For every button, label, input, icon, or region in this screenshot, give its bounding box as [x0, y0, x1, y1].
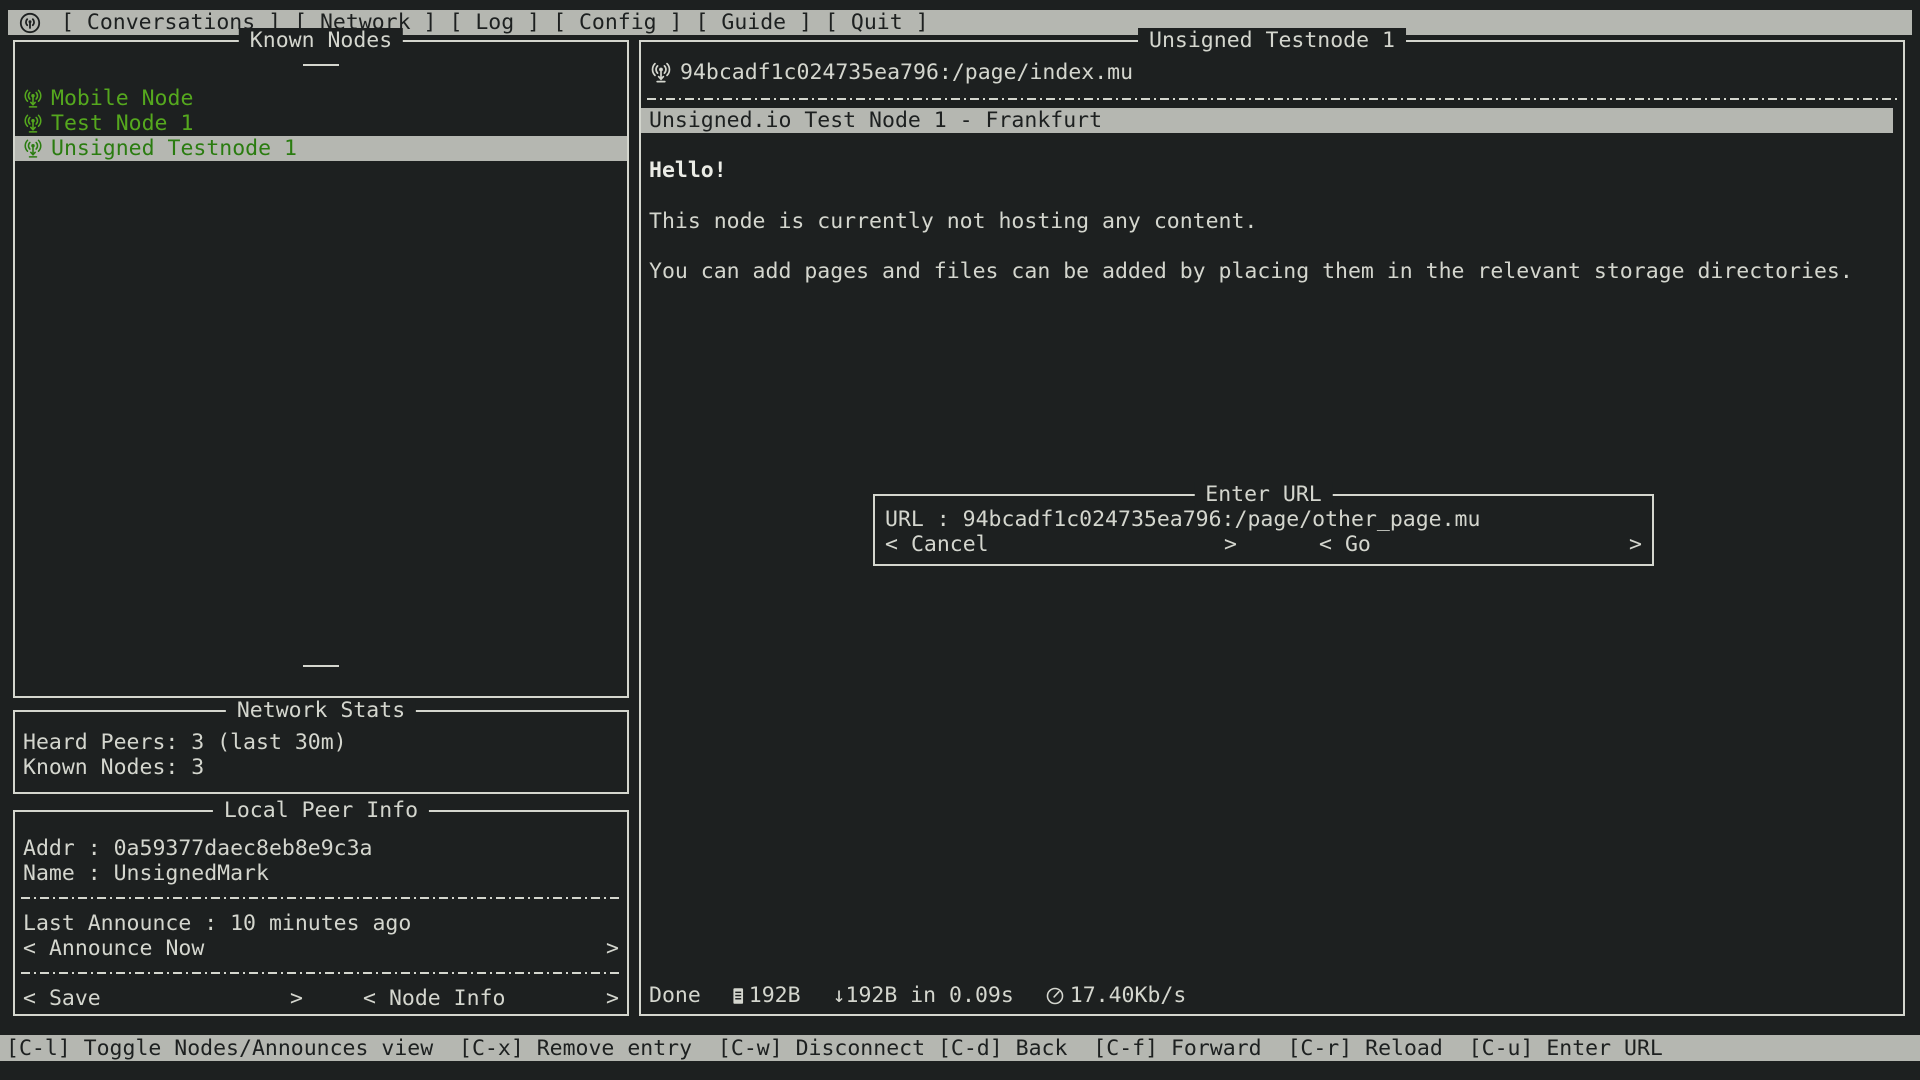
peer-addr: Addr : 0a59377daec8eb8e9c3a [23, 836, 373, 861]
peer-name: Name : UnsignedMark [23, 861, 269, 886]
nomad-network-app: [ Conversations ] [ Network ] [ Log ] [ … [0, 0, 1920, 1080]
menu-item-config[interactable]: [ Config ] [553, 10, 682, 35]
last-announce: Last Announce : 10 minutes ago [23, 911, 411, 936]
current-url: 94bcadf1c024735ea796:/page/index.mu [680, 60, 1133, 85]
menu-item-quit[interactable]: [ Quit ] [825, 10, 929, 35]
node-broadcast-icon [22, 138, 44, 160]
menu-item-log[interactable]: [ Log ] [449, 10, 540, 35]
divider [21, 897, 621, 899]
go-button[interactable]: <Go> [1319, 532, 1642, 557]
button-left-bracket: < [885, 532, 898, 557]
page-size-icon [727, 985, 749, 1007]
node-broadcast-icon [22, 113, 44, 135]
scroll-indicator-bottom [303, 665, 339, 667]
divider [647, 98, 1897, 100]
button-left-bracket: < [1319, 532, 1332, 557]
known-nodes-panel: Known Nodes Mobile Node Test Node 1 Unsi… [13, 40, 629, 698]
network-stats-panel: Network Stats Heard Peers: 3 (last 30m) … [13, 710, 629, 794]
button-right-bracket: > [1629, 532, 1642, 557]
button-left-bracket: < [23, 986, 36, 1011]
node-list-item-selected[interactable]: Unsigned Testnode 1 [15, 136, 627, 161]
status-transfer: ↓192B in 0.09s [833, 983, 1014, 1008]
node-label: Unsigned Testnode 1 [51, 136, 297, 161]
shortcut-hints: [C-l] Toggle Nodes/Announces view [C-x] … [6, 1036, 1663, 1061]
url-input[interactable]: URL : 94bcadf1c024735ea796:/page/other_p… [885, 507, 1480, 532]
status-state: Done [649, 983, 701, 1008]
node-list-item[interactable]: Mobile Node [15, 86, 627, 111]
node-label: Mobile Node [51, 86, 193, 111]
known-nodes-title: Known Nodes [239, 28, 403, 53]
browser-title: Unsigned Testnode 1 [1138, 28, 1406, 53]
page-heading: Unsigned.io Test Node 1 - Frankfurt [649, 108, 1102, 133]
heard-peers-stat: Heard Peers: 3 (last 30m) [23, 730, 347, 755]
cancel-button[interactable]: <Cancel> [885, 532, 1237, 557]
local-peer-info-title: Local Peer Info [213, 798, 429, 823]
save-button[interactable]: <Save> [23, 986, 303, 1011]
divider [21, 972, 621, 974]
status-speed: 17.40Kb/s [1044, 983, 1187, 1008]
local-peer-info-panel: Local Peer Info Addr : 0a59377daec8eb8e9… [13, 810, 629, 1016]
page-heading-bar: Unsigned.io Test Node 1 - Frankfurt [641, 108, 1893, 133]
button-right-bracket: > [290, 986, 303, 1011]
url-broadcast-icon [649, 61, 673, 85]
current-url-row: 94bcadf1c024735ea796:/page/index.mu [649, 60, 1133, 85]
enter-url-dialog: Enter URL URL : 94bcadf1c024735ea796:/pa… [873, 494, 1654, 566]
known-nodes-stat: Known Nodes: 3 [23, 755, 204, 780]
node-list-item[interactable]: Test Node 1 [15, 111, 627, 136]
enter-url-dialog-title: Enter URL [1194, 482, 1333, 507]
node-label: Test Node 1 [51, 111, 193, 136]
button-right-bracket: > [606, 986, 619, 1011]
shortcut-bar: [C-l] Toggle Nodes/Announces view [C-x] … [0, 1035, 1920, 1061]
url-input-label: URL : [885, 507, 963, 532]
status-size: 192B [727, 983, 801, 1008]
url-input-value: 94bcadf1c024735ea796:/page/other_page.mu [963, 507, 1481, 532]
button-right-bracket: > [1224, 532, 1237, 557]
page-greeting: Hello! [649, 158, 727, 183]
network-stats-title: Network Stats [226, 698, 416, 723]
browser-status-line: Done 192B ↓192B in 0.09s 17.40Kb/s [649, 983, 1186, 1008]
speed-gauge-icon [1044, 985, 1066, 1007]
button-right-bracket: > [606, 936, 619, 961]
button-left-bracket: < [363, 986, 376, 1011]
nomad-network-logo-icon [18, 11, 42, 35]
scroll-indicator-top [303, 64, 339, 66]
button-left-bracket: < [23, 936, 36, 961]
announce-now-button[interactable]: <Announce Now> [23, 936, 619, 961]
node-info-button[interactable]: <Node Info> [363, 986, 619, 1011]
node-broadcast-icon [22, 88, 44, 110]
menu-item-guide[interactable]: [ Guide ] [696, 10, 813, 35]
page-paragraph: This node is currently not hosting any c… [649, 209, 1257, 234]
page-paragraph: You can add pages and files can be added… [649, 259, 1853, 284]
